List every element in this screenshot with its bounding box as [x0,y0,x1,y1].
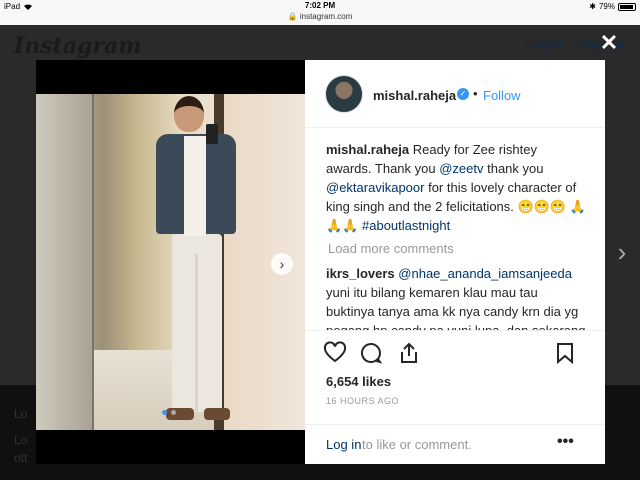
login-prompt-text: to like or comment. [362,437,472,452]
caption: mishal.raheja Ready for Zee rishtey awar… [326,140,586,235]
post-modal: › mishal.raheja ✓ • Follow mishal.raheja… [36,60,605,464]
status-time: 7:02 PM [304,1,336,10]
photo-person-legs [172,234,222,412]
status-bar-right: ✱ 79% [589,2,636,11]
post-username[interactable]: mishal.raheja [373,88,456,103]
post-media: › [36,60,305,464]
instagram-logo: Instagram [14,33,142,59]
comment-text: yuni itu bilang kemaren klau mau tau buk… [326,285,585,330]
likes-count[interactable]: 6,654 likes [326,374,391,389]
battery-icon [618,2,636,11]
avatar[interactable] [325,75,363,113]
load-more-comments[interactable]: Load more comments [328,239,586,258]
post-timestamp: 16 HOURS AGO [326,396,400,406]
comment: ikrs_lovers @nhae_ananda_iamsanjeeda yun… [326,264,586,330]
hashtag-link[interactable]: #aboutlastnight [362,218,450,233]
photo-shoe-right [204,408,230,420]
mention-link[interactable]: @zeetv [439,161,483,176]
caption-username[interactable]: mishal.raheja [326,142,409,157]
post-photo[interactable] [36,94,305,430]
bg-text-2: Lo [14,433,28,447]
close-icon[interactable]: ✕ [598,32,620,54]
carousel-dots [162,410,176,415]
comment-icon[interactable] [359,341,383,365]
verified-icon: ✓ [457,88,469,100]
url-text: instagram.com [299,12,353,21]
comments-section: mishal.raheja Ready for Zee rishtey awar… [326,140,586,330]
comment-username[interactable]: ikrs_lovers [326,266,395,281]
post-actions [305,330,605,374]
photo-phone [206,124,218,144]
carousel-next-chevron-right-icon[interactable]: › [271,253,293,275]
post-header: mishal.raheja ✓ • Follow [305,60,605,128]
bookmark-icon[interactable] [553,341,577,365]
bg-text-1: Lo [14,407,28,421]
mention-link[interactable]: @ektaravikapoor [326,180,424,195]
header-separator: • [473,86,478,101]
status-bar: iPad 7:02 PM 🔒 instagram.com ✱ 79% [0,0,640,25]
next-post-chevron-right-icon[interactable]: › [612,238,632,266]
photo-door [36,94,94,430]
url-bar[interactable]: 🔒 instagram.com [0,12,640,21]
carousel-dot [171,410,176,415]
post-sidebar: mishal.raheja ✓ • Follow mishal.raheja R… [305,60,605,464]
lock-icon: 🔒 [287,12,298,21]
battery-fill [620,4,633,9]
more-options-icon[interactable]: ••• [557,433,574,451]
photo-person-head [174,96,204,132]
bg-text-3: ott [14,451,28,465]
battery-percent: 79% [598,2,615,11]
bg-login-link: Log in [526,36,562,51]
photo-person-shirt [184,136,206,236]
heart-icon[interactable] [323,341,347,365]
login-link[interactable]: Log in [326,437,361,452]
carousel-dot [162,410,167,415]
post-footer: Log in to like or comment. ••• [305,424,605,464]
caption-text-2: thank you [483,161,544,176]
bluetooth-icon: ✱ [589,2,596,11]
mention-link[interactable]: @nhae_ananda_iamsanjeeda [398,266,572,281]
follow-button[interactable]: Follow [483,88,521,103]
share-icon[interactable] [397,341,421,365]
